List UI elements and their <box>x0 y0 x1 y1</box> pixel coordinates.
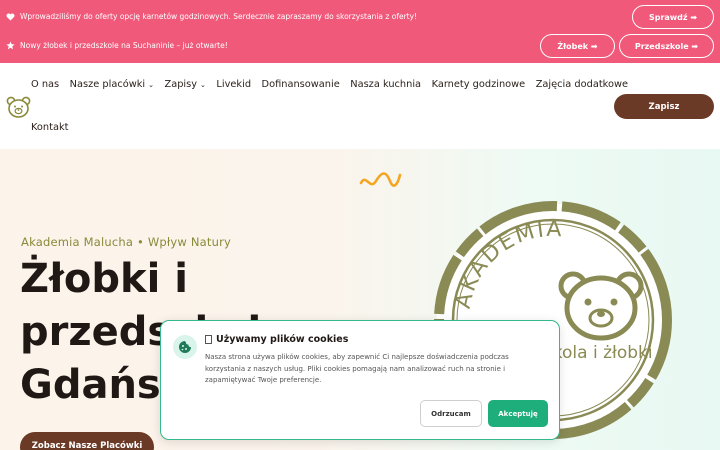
chevron-down-icon: ⌄ <box>148 80 154 89</box>
nav-item-label: Nasza kuchnia <box>350 79 422 90</box>
hero-tagline: Akademia Malucha • Wpływ Natury <box>21 235 232 249</box>
nav-item-o-nas[interactable]: O nas <box>31 79 59 90</box>
nav-item-label: Zajęcia dodatkowe <box>535 79 629 90</box>
announcement-1: Wprowadziliśmy do oferty opcję karnetów … <box>6 12 417 21</box>
squiggle-decoration-icon <box>359 172 402 187</box>
nav-item-label: Dofinansowanie <box>261 79 340 90</box>
heart-icon <box>6 12 15 21</box>
headline-line-1: Żłobki i <box>20 256 188 302</box>
cookie-icon <box>173 335 197 359</box>
nav-item-zapisy[interactable]: Zapisy ⌄ <box>164 79 205 90</box>
chevron-down-icon: ⌄ <box>200 80 206 89</box>
nav-item-nasza-kuchnia[interactable]: Nasza kuchnia <box>350 79 421 90</box>
przedszkole-button[interactable]: Przedszkole ➡ <box>619 34 714 58</box>
cookie-banner: Używamy plików cookies Nasza strona używ… <box>160 320 560 440</box>
nav-item-label: Zapisy <box>164 79 198 90</box>
cookie-title: Używamy plików cookies <box>205 334 348 345</box>
bear-logo-icon[interactable] <box>6 96 31 118</box>
reject-cookies-button[interactable]: Odrzucam <box>420 400 482 427</box>
zlobek-button[interactable]: Żłobek ➡ <box>540 34 615 58</box>
nav-item-label: O nas <box>31 79 60 90</box>
zobacz-placowki-button[interactable]: Zobacz Nasze Placówki <box>20 432 154 450</box>
nav-item-label: Karnety godzinowe <box>431 79 526 90</box>
nav-menu: O nas Nasze placówki ⌄ Zapisy ⌄ Livekid Do… <box>31 79 628 90</box>
cookie-description: Nasza strona używa plików cookies, aby z… <box>205 353 509 384</box>
nav-item-zajecia-dodatkowe[interactable]: Zajęcia dodatkowe <box>536 79 628 90</box>
nav-item-label: Livekid <box>216 79 252 90</box>
nav-item-kontakt[interactable]: Kontakt <box>31 122 69 133</box>
announcement-bar: Wprowadziliśmy do oferty opcję karnetów … <box>0 0 720 63</box>
nav-item-label: Nasze placówki <box>69 79 146 90</box>
nav-item-livekid[interactable]: Livekid <box>216 79 251 90</box>
star-icon <box>6 41 15 50</box>
zapisz-button[interactable]: Zapisz <box>614 94 714 119</box>
cookie-title-text: Używamy plików cookies <box>216 334 349 345</box>
sprawdz-button[interactable]: Sprawdź ➡ <box>632 5 714 29</box>
nav-item-karnety-godzinowe[interactable]: Karnety godzinowe <box>432 79 526 90</box>
accept-cookies-button[interactable]: Akceptuję <box>488 400 548 427</box>
announcement-1-text: Wprowadziliśmy do oferty opcję karnetów … <box>20 12 418 21</box>
nav-item-dofinansowanie[interactable]: Dofinansowanie <box>262 79 340 90</box>
missing-glyph-icon <box>205 335 212 344</box>
main-navigation: O nas Nasze placówki ⌄ Zapisy ⌄ Livekid Do… <box>0 63 720 149</box>
announcement-2: Nowy żłobek i przedszkole na Suchaninie … <box>6 41 228 50</box>
announcement-2-text: Nowy żłobek i przedszkole na Suchaninie … <box>20 41 228 50</box>
nav-item-nasze-placowki[interactable]: Nasze placówki ⌄ <box>70 79 154 90</box>
